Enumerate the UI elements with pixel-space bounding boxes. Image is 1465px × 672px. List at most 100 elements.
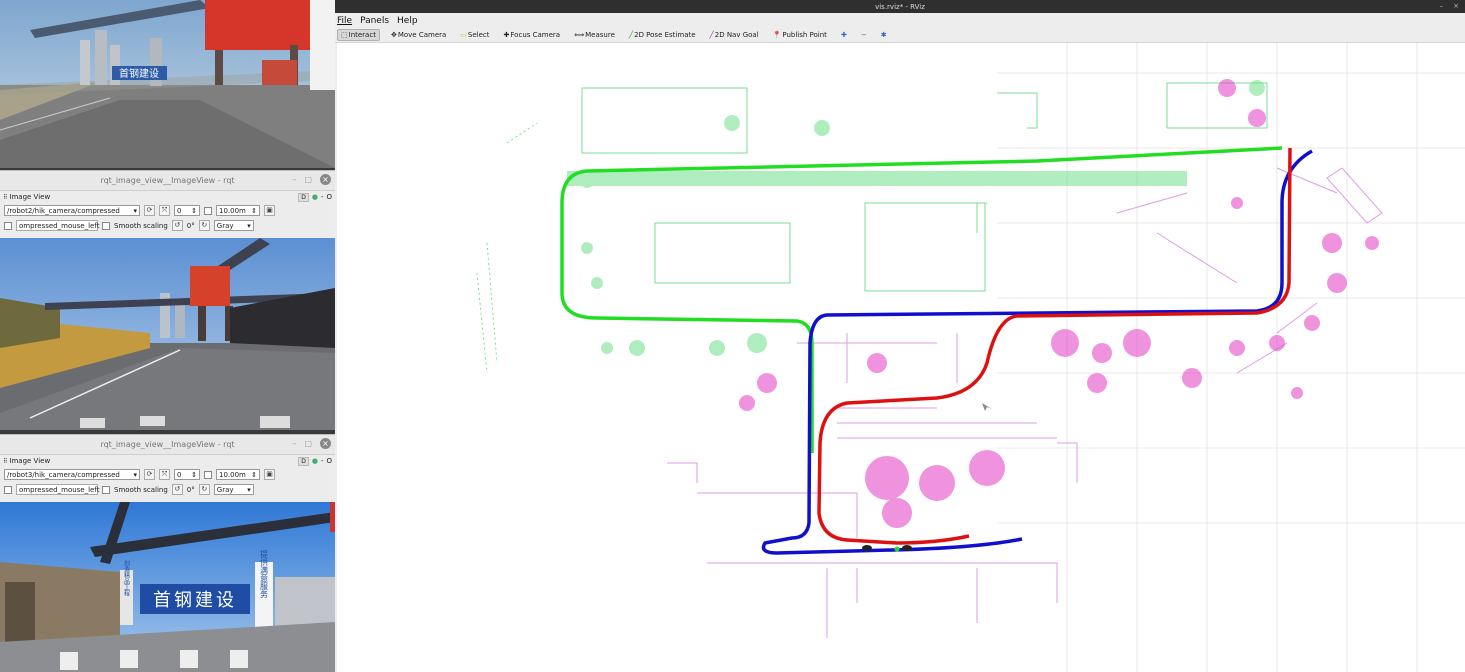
spin-value: 0 [177,470,182,479]
3d-viewport[interactable] [337,43,1465,672]
tool-select[interactable]: ▭ Select [457,30,492,40]
pose-estimate-icon: ╱ [628,31,634,39]
tool-label: 2D Nav Goal [714,31,759,39]
close-plugin-icon[interactable]: O [326,193,332,201]
mouse-cursor-icon [982,403,992,411]
minimize-icon[interactable]: – [1440,2,1444,10]
mouse-topic-field[interactable]: ompressed_mouse_left [16,220,99,231]
tool-2d-pose-estimate[interactable]: ╱ 2D Pose Estimate [626,30,699,40]
plugin-label: Image View [9,193,51,201]
minimize-icon[interactable]: – [292,439,296,448]
interact-icon: ⬚ [341,31,348,39]
plugin-handle-icon[interactable]: ⠿ [3,458,7,465]
distance-spinner[interactable]: 10.00m ⇕ [216,205,260,216]
chevron-down-icon: ▾ [133,470,137,479]
close-icon[interactable]: × [320,174,331,185]
add-tool-button[interactable]: ✚ [838,30,850,40]
tool-focus-camera[interactable]: ✚ Focus Camera [501,30,564,40]
refresh-icon[interactable]: ⟳ [144,205,155,216]
tool-measure[interactable]: ⟺ Measure [571,30,618,40]
rotate-right-icon[interactable]: ↻ [198,484,210,495]
rqt-image-view-window-2: rqt_image_view__ImageView - rqt – ▢ × ⠿ … [0,434,335,502]
tool-label: Select [467,31,490,39]
tool-label: 2D Pose Estimate [634,31,696,39]
tool-publish-point[interactable]: 📍 Publish Point [770,30,830,40]
refresh-icon[interactable]: ⟳ [144,469,155,480]
rviz-titlebar: vis.rviz* - RViz – × [335,0,1465,13]
stepper-icon: ⇕ [191,206,197,215]
sign-text: 首钢建设 [119,67,159,80]
distance-spinner[interactable]: 10.00m ⇕ [216,469,260,480]
tool-label: Move Camera [397,31,447,39]
minus-icon[interactable]: - [321,457,324,465]
maximize-icon[interactable]: ▢ [304,439,312,448]
maximize-icon[interactable]: ▢ [304,175,312,184]
mouse-topic-checkbox[interactable] [4,485,12,494]
save-icon[interactable]: ▣ [264,469,275,480]
remove-tool-button[interactable]: − [858,30,870,40]
map-canvas[interactable] [337,43,1465,672]
save-icon[interactable]: ▣ [264,205,275,216]
smooth-scaling-checkbox[interactable] [102,485,110,494]
rotate-right-icon[interactable]: ↻ [198,220,210,231]
rotate-left-icon[interactable]: ↺ [171,484,183,495]
distance-value: 10.00m [219,470,246,479]
window-titlebar: rqt_image_view__ImageView - rqt – ▢ × [0,435,335,455]
magenta-structures [667,167,1383,638]
camera-feed-1: 首钢建设 [0,0,335,168]
menu-help[interactable]: Help [397,16,418,26]
tool-label: Interact [348,31,376,39]
tool-2d-nav-goal[interactable]: ╱ 2D Nav Goal [707,30,762,40]
mouse-topic-checkbox[interactable] [4,221,12,230]
window-title: rqt_image_view__ImageView - rqt [100,176,235,185]
d-button[interactable]: D [298,192,309,202]
chevron-down-icon: ▾ [133,206,137,215]
color-scheme-dropdown[interactable]: Gray ▾ [213,220,254,231]
help-icon[interactable]: ● [312,457,318,465]
plugin-label: Image View [9,457,51,465]
gear-icon: ✱ [880,31,887,39]
distance-checkbox[interactable] [204,470,212,479]
focus-camera-icon: ✚ [503,31,510,39]
close-icon[interactable]: × [1453,2,1459,10]
window-title: rqt_image_view__ImageView - rqt [100,440,235,449]
smooth-scaling-checkbox[interactable] [102,221,110,230]
help-icon[interactable]: ● [312,193,318,201]
menu-panels[interactable]: Panels [360,16,389,26]
chevron-down-icon: ▾ [247,485,251,494]
camera-feed-2 [0,238,335,430]
color-scheme-dropdown[interactable]: Gray ▾ [213,484,254,495]
window-titlebar: rqt_image_view__ImageView - rqt – ▢ × [0,171,335,191]
tool-interact[interactable]: ⬚ Interact [337,29,380,41]
chevron-down-icon: ▾ [247,221,251,230]
tool-label: Publish Point [782,31,827,39]
topic-dropdown[interactable]: /robot2/hik_camera/compressed ▾ [4,205,140,216]
stepper-icon: ⇕ [191,470,197,479]
tool-move-camera[interactable]: ✥ Move Camera [388,30,449,40]
tool-label: Measure [585,31,615,39]
plugin-header: ⠿ Image View D ● - O [0,455,335,467]
menu-file[interactable]: File [337,16,352,26]
distance-checkbox[interactable] [204,206,212,215]
publish-point-icon: 📍 [772,31,782,39]
zoom-fit-icon[interactable]: ⤧ [159,469,170,480]
minus-icon[interactable]: - [321,193,324,201]
topic-dropdown[interactable]: /robot3/hik_camera/compressed ▾ [4,469,140,480]
tool-properties-button[interactable]: ✱ [878,30,890,40]
color-scheme-value: Gray [216,485,234,494]
close-icon[interactable]: × [320,438,331,449]
plugin-handle-icon[interactable]: ⠿ [3,194,7,201]
topic-controls: /robot3/hik_camera/compressed ▾ ⟳ ⤧ 0 ⇕ 10… [0,467,335,482]
spin-box[interactable]: 0 ⇕ [174,469,200,480]
spin-box[interactable]: 0 ⇕ [174,205,200,216]
zoom-fit-icon[interactable]: ⤧ [159,205,170,216]
menu-bar: File Panels Help [335,13,1465,28]
grid [997,43,1465,672]
stepper-icon: ⇕ [251,470,257,479]
minimize-icon[interactable]: – [292,175,296,184]
rotate-left-icon[interactable]: ↺ [171,220,183,231]
d-button[interactable]: D [298,456,309,466]
mouse-topic-field[interactable]: ompressed_mouse_left [16,484,99,495]
close-plugin-icon[interactable]: O [326,457,332,465]
view-controls: ompressed_mouse_left Smooth scaling ↺ 0°… [0,218,335,233]
